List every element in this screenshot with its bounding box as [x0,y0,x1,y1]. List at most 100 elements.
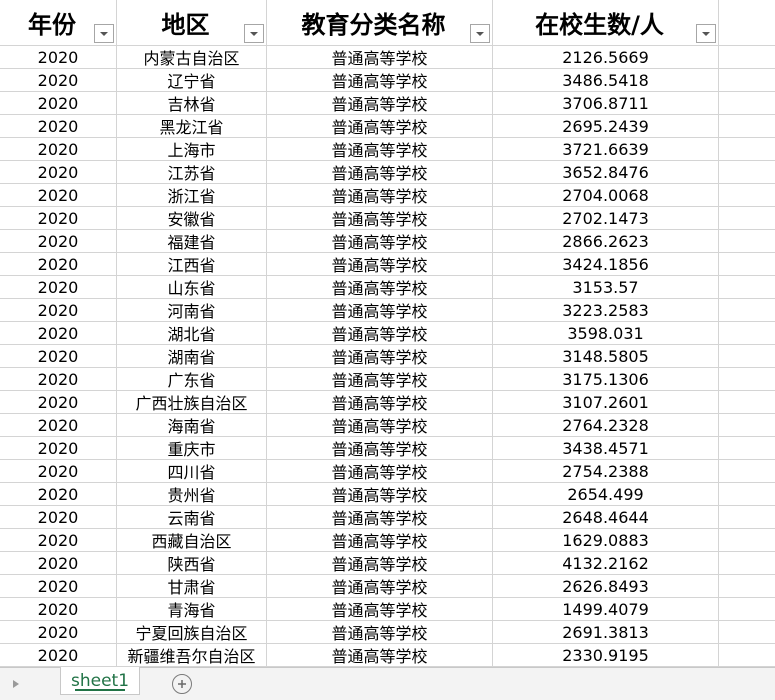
cell-region[interactable]: 上海市 [117,138,267,161]
cell-students[interactable]: 2654.499 [493,483,719,506]
cell-category[interactable]: 普通高等学校 [267,253,493,276]
empty-cell[interactable] [719,276,775,299]
cell-region[interactable]: 安徽省 [117,207,267,230]
cell-year[interactable]: 2020 [0,207,117,230]
cell-region[interactable]: 广西壮族自治区 [117,391,267,414]
empty-cell[interactable] [719,138,775,161]
empty-cell[interactable] [719,529,775,552]
empty-cell[interactable] [719,345,775,368]
empty-cell[interactable] [719,230,775,253]
header-cell-category[interactable]: 教育分类名称 [267,0,493,46]
empty-cell[interactable] [719,253,775,276]
cell-students[interactable]: 2691.3813 [493,621,719,644]
cell-region[interactable]: 辽宁省 [117,69,267,92]
empty-cell[interactable] [719,0,775,46]
cell-year[interactable]: 2020 [0,253,117,276]
cell-students[interactable]: 3652.8476 [493,161,719,184]
empty-cell[interactable] [719,207,775,230]
cell-year[interactable]: 2020 [0,483,117,506]
cell-category[interactable]: 普通高等学校 [267,92,493,115]
cell-region[interactable]: 湖南省 [117,345,267,368]
empty-cell[interactable] [719,115,775,138]
cell-students[interactable]: 3175.1306 [493,368,719,391]
cell-students[interactable]: 2704.0068 [493,184,719,207]
cell-year[interactable]: 2020 [0,460,117,483]
cell-students[interactable]: 2702.1473 [493,207,719,230]
empty-cell[interactable] [719,460,775,483]
cell-students[interactable]: 1629.0883 [493,529,719,552]
cell-students[interactable]: 2754.2388 [493,460,719,483]
cell-category[interactable]: 普通高等学校 [267,161,493,184]
cell-category[interactable]: 普通高等学校 [267,138,493,161]
cell-category[interactable]: 普通高等学校 [267,345,493,368]
cell-year[interactable]: 2020 [0,644,117,667]
cell-year[interactable]: 2020 [0,184,117,207]
cell-year[interactable]: 2020 [0,138,117,161]
cell-category[interactable]: 普通高等学校 [267,368,493,391]
cell-region[interactable]: 吉林省 [117,92,267,115]
cell-region[interactable]: 陕西省 [117,552,267,575]
cell-category[interactable]: 普通高等学校 [267,46,493,69]
cell-year[interactable]: 2020 [0,69,117,92]
cell-category[interactable]: 普通高等学校 [267,621,493,644]
empty-cell[interactable] [719,161,775,184]
empty-cell[interactable] [719,322,775,345]
cell-year[interactable]: 2020 [0,621,117,644]
cell-region[interactable]: 西藏自治区 [117,529,267,552]
cell-students[interactable]: 2626.8493 [493,575,719,598]
cell-region[interactable]: 贵州省 [117,483,267,506]
empty-cell[interactable] [719,552,775,575]
filter-button-region[interactable] [244,24,264,43]
cell-students[interactable]: 3706.8711 [493,92,719,115]
cell-year[interactable]: 2020 [0,368,117,391]
empty-cell[interactable] [719,92,775,115]
cell-students[interactable]: 3438.4571 [493,437,719,460]
cell-students[interactable]: 2648.4644 [493,506,719,529]
cell-region[interactable]: 内蒙古自治区 [117,46,267,69]
cell-students[interactable]: 2866.2623 [493,230,719,253]
cell-year[interactable]: 2020 [0,506,117,529]
cell-students[interactable]: 2126.5669 [493,46,719,69]
cell-category[interactable]: 普通高等学校 [267,460,493,483]
cell-region[interactable]: 青海省 [117,598,267,621]
empty-cell[interactable] [719,437,775,460]
sheet-tab-sheet1[interactable]: sheet1 [60,667,140,695]
cell-region[interactable]: 山东省 [117,276,267,299]
cell-students[interactable]: 3107.2601 [493,391,719,414]
cell-year[interactable]: 2020 [0,575,117,598]
cell-region[interactable]: 海南省 [117,414,267,437]
cell-category[interactable]: 普通高等学校 [267,391,493,414]
cell-category[interactable]: 普通高等学校 [267,437,493,460]
cell-region[interactable]: 甘肃省 [117,575,267,598]
cell-category[interactable]: 普通高等学校 [267,506,493,529]
cell-students[interactable]: 2764.2328 [493,414,719,437]
filter-button-students[interactable] [696,24,716,43]
cell-region[interactable]: 江苏省 [117,161,267,184]
empty-cell[interactable] [719,414,775,437]
cell-students[interactable]: 4132.2162 [493,552,719,575]
empty-cell[interactable] [719,46,775,69]
cell-students[interactable]: 3148.5805 [493,345,719,368]
empty-cell[interactable] [719,368,775,391]
cell-year[interactable]: 2020 [0,552,117,575]
cell-category[interactable]: 普通高等学校 [267,322,493,345]
cell-region[interactable]: 广东省 [117,368,267,391]
cell-year[interactable]: 2020 [0,299,117,322]
cell-category[interactable]: 普通高等学校 [267,644,493,667]
cell-category[interactable]: 普通高等学校 [267,207,493,230]
cell-students[interactable]: 3598.031 [493,322,719,345]
cell-year[interactable]: 2020 [0,276,117,299]
cell-region[interactable]: 四川省 [117,460,267,483]
cell-region[interactable]: 新疆维吾尔自治区 [117,644,267,667]
cell-students[interactable]: 2330.9195 [493,644,719,667]
empty-cell[interactable] [719,621,775,644]
cell-category[interactable]: 普通高等学校 [267,414,493,437]
filter-button-year[interactable] [94,24,114,43]
cell-year[interactable]: 2020 [0,529,117,552]
cell-students[interactable]: 3424.1856 [493,253,719,276]
cell-year[interactable]: 2020 [0,391,117,414]
cell-students[interactable]: 3486.5418 [493,69,719,92]
cell-year[interactable]: 2020 [0,230,117,253]
cell-category[interactable]: 普通高等学校 [267,69,493,92]
cell-students[interactable]: 2695.2439 [493,115,719,138]
